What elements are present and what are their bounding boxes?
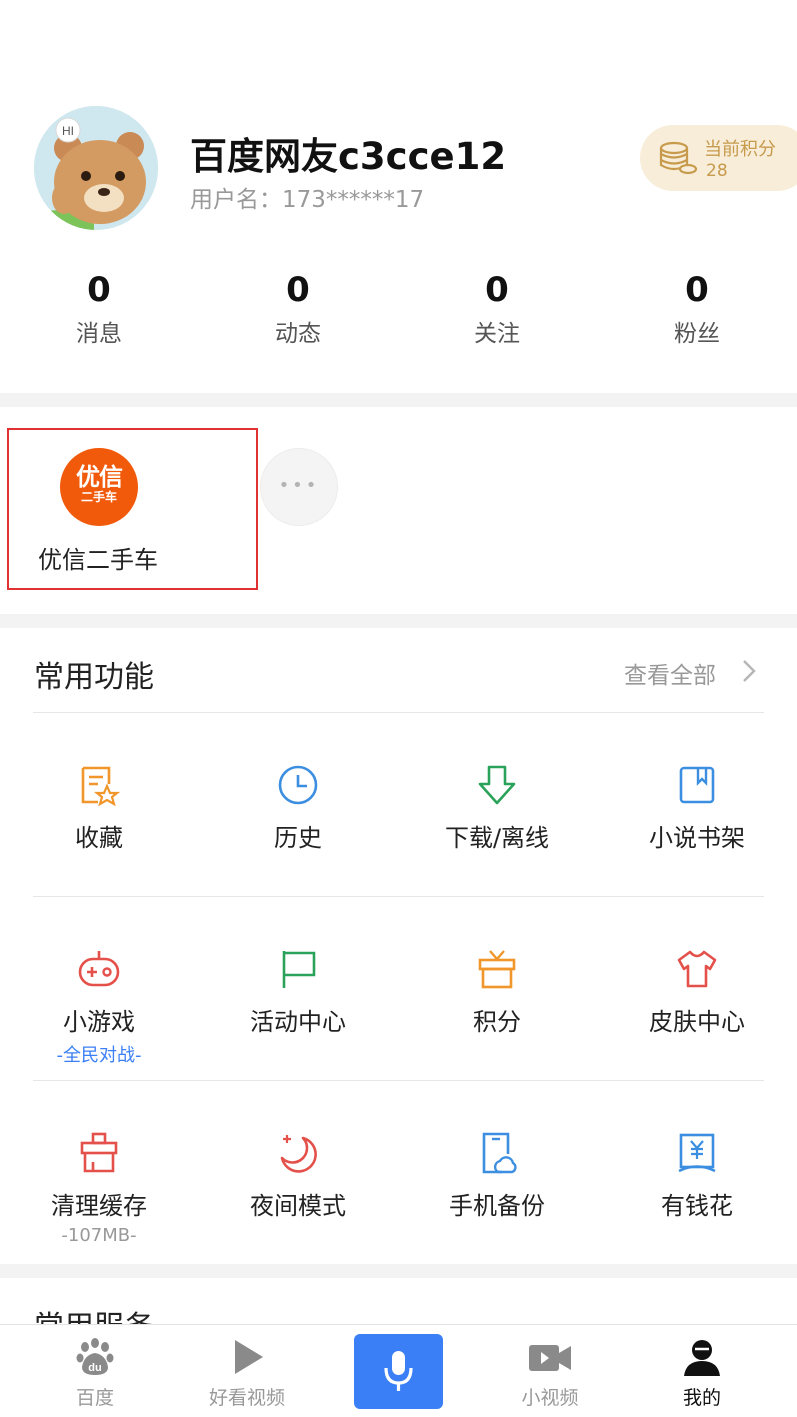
flag-icon [282,951,316,988]
stat-messages[interactable]: 0 消息 [34,270,164,348]
stat-label: 关注 [474,321,520,347]
feature-activity-center[interactable]: 活动中心 [208,948,388,1037]
feature-youqianhua[interactable]: 有钱花 [607,1132,787,1221]
feature-label: 皮肤中心 [649,1008,745,1036]
bottom-tab-bar: du 百度 好看视频 小视频 我的 [0,1324,797,1417]
avatar-greeting: HI [62,124,74,138]
feature-label: 小说书架 [649,824,745,852]
feature-label: 手机备份 [449,1192,545,1220]
broom-icon [80,1132,118,1173]
tab-label: 百度 [75,1387,114,1409]
feature-bookshelf[interactable]: 小说书架 [607,764,787,853]
stat-label: 消息 [76,321,122,347]
feature-label: 收藏 [75,824,123,852]
stat-value: 0 [87,270,111,310]
gamepad-icon [78,951,120,987]
stat-label: 动态 [275,321,321,347]
play-icon [235,1340,263,1374]
coins-icon [659,141,698,175]
features-title: 常用功能 [34,660,154,695]
divider [33,1080,764,1081]
video-camera-icon [529,1345,571,1371]
divider [33,896,764,897]
tab-short-video[interactable]: 小视频 [490,1337,610,1410]
feature-favorites[interactable]: 收藏 [9,764,189,853]
avatar[interactable]: HI [34,106,158,230]
stat-dynamics[interactable]: 0 动态 [233,270,363,348]
feature-label: 积分 [473,1008,521,1036]
clock-icon [278,765,318,805]
username: 用户名：173******17 [190,187,425,213]
section-divider [0,1264,797,1278]
chevron-right-icon[interactable] [738,658,760,684]
points-badge[interactable]: 当前积分 28 [640,125,797,191]
tab-mine[interactable]: 我的 [642,1337,762,1410]
feature-label: 活动中心 [250,1008,346,1036]
feature-skin-center[interactable]: 皮肤中心 [607,948,787,1037]
feature-clear-cache[interactable]: 清理缓存 -107MB- [9,1132,189,1246]
stat-value: 0 [685,270,709,310]
section-divider [0,393,797,407]
gift-icon [478,950,516,989]
feature-sublabel: -107MB- [61,1225,137,1246]
stat-value: 0 [485,270,509,310]
feature-label: 清理缓存 [51,1192,147,1220]
feature-label: 小游戏 [63,1008,135,1036]
logo-subtext: 二手车 [80,490,117,504]
tab-label: 小视频 [521,1387,579,1409]
feature-label: 夜间模式 [250,1192,346,1220]
feature-label: 历史 [274,824,322,852]
logo-text: 优信 [76,463,123,491]
see-all-link[interactable]: 查看全部 [624,656,716,690]
favorites-icon [81,766,120,806]
more-mini-apps-button[interactable]: ••• [260,448,338,526]
youxin-logo-icon: 优信 二手车 [60,448,138,526]
section-divider [0,614,797,628]
money-book-icon [678,1133,716,1173]
phone-cloud-icon [482,1132,517,1174]
bookshelf-icon [679,766,715,804]
feature-sublabel: -全民对战- [56,1045,142,1066]
divider [33,712,764,713]
stat-label: 粉丝 [674,321,720,347]
feature-night-mode[interactable]: 夜间模式 [208,1132,388,1221]
baidu-paw-icon: du [76,1338,114,1375]
tab-label: 好看视频 [208,1387,285,1409]
nickname: 百度网友c3cce12 [190,135,507,178]
tab-baidu[interactable]: du 百度 [35,1337,155,1410]
feature-phone-backup[interactable]: 手机备份 [407,1132,587,1221]
feature-label: 有钱花 [661,1192,733,1220]
mini-app-label: 优信二手车 [38,546,158,574]
microphone-icon [384,1351,413,1391]
stat-value: 0 [286,270,310,310]
feature-label: 下载/离线 [444,824,550,852]
feature-points[interactable]: 积分 [407,948,587,1037]
feature-download[interactable]: 下载/离线 [407,764,587,853]
user-icon [684,1340,720,1376]
moon-icon [280,1135,317,1173]
stat-following[interactable]: 0 关注 [432,270,562,348]
tab-haokan-video[interactable]: 好看视频 [187,1337,307,1410]
tab-label: 我的 [682,1387,721,1409]
points-label: 当前积分 [704,139,776,160]
bear-avatar-icon: HI [34,106,158,230]
feature-mini-games[interactable]: 小游戏 -全民对战- [9,948,189,1067]
svg-text:du: du [88,1362,101,1374]
stat-followers[interactable]: 0 粉丝 [632,270,762,348]
download-icon [478,765,516,805]
feature-history[interactable]: 历史 [208,764,388,853]
points-value: 28 [706,161,728,181]
voice-search-button[interactable] [354,1334,443,1409]
tshirt-icon [677,950,717,988]
